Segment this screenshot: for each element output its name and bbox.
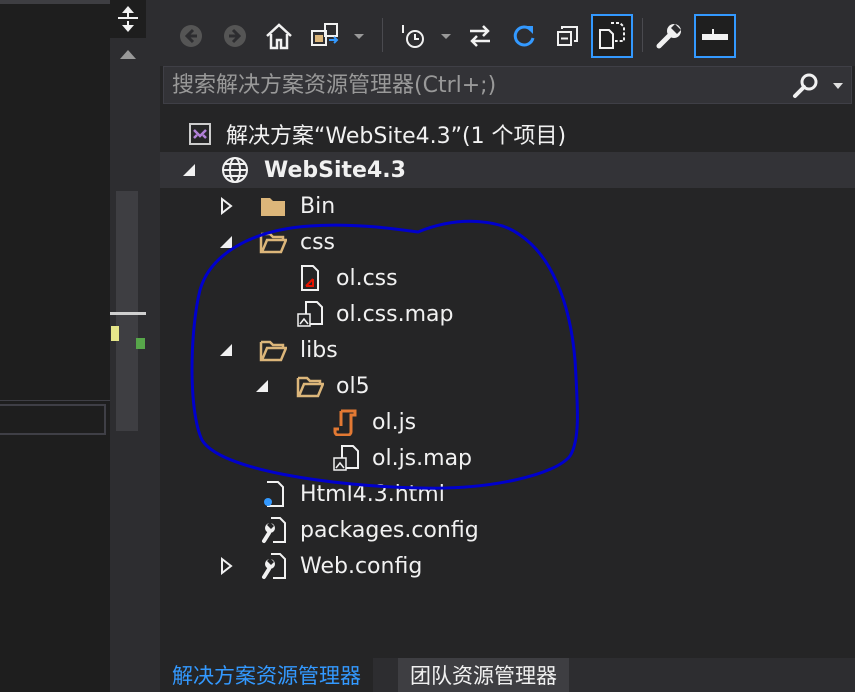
sync-icon: [470, 25, 490, 47]
search-options-dropdown-icon[interactable]: [833, 83, 843, 89]
tree-node-file[interactable]: ol.css: [160, 260, 855, 296]
back-icon: [180, 25, 202, 47]
tree-node-file[interactable]: ol.css.map: [160, 296, 855, 332]
pending-changes-filter-icon: [402, 25, 424, 48]
split-icon: [118, 6, 138, 32]
tree-node-label: libs: [300, 337, 338, 363]
tab-team-explorer[interactable]: 团队资源管理器: [398, 658, 569, 692]
tree-node-label: ol.js: [372, 409, 417, 435]
html-file-icon: [259, 480, 287, 508]
pending-changes-filter-button[interactable]: [396, 14, 430, 58]
pending-changes-dropdown-icon[interactable]: [441, 34, 451, 39]
refresh-icon: [513, 25, 535, 47]
properties-button[interactable]: [652, 14, 686, 58]
change-marker-green: [136, 338, 145, 349]
website-globe-icon: [221, 156, 249, 184]
map-file-icon: [332, 444, 360, 472]
home-icon: [266, 23, 292, 50]
sync-button[interactable]: [463, 14, 497, 58]
preview-icon: [702, 29, 728, 40]
config-file-icon: [259, 552, 287, 580]
tree-node-label: ol.css.map: [336, 301, 454, 327]
tree-node-label: css: [300, 229, 336, 255]
tree-node-label: Html4.3.html: [300, 481, 445, 507]
tree-node-project[interactable]: WebSite4.3: [160, 152, 855, 188]
editor-divider: [0, 400, 110, 401]
collapse-all-icon: [557, 26, 578, 46]
config-file-icon: [259, 516, 287, 544]
forward-button[interactable]: [218, 14, 252, 58]
javascript-file-icon: [332, 408, 360, 436]
preview-selected-items-button[interactable]: [694, 14, 736, 58]
tree-node-label: ol.css: [336, 265, 398, 291]
collapsed-arrow-icon[interactable]: [218, 197, 234, 215]
tree-node-file[interactable]: packages.config: [160, 512, 855, 548]
tree-node-label: Bin: [300, 193, 336, 219]
solution-label: 解决方案“WebSite4.3”(1 个项目): [226, 124, 567, 149]
refresh-button[interactable]: [507, 14, 541, 58]
tree-node-folder[interactable]: libs: [160, 332, 855, 368]
open-folder-icon: [296, 372, 324, 400]
tree-node-file[interactable]: Web.config: [160, 548, 855, 584]
tree-node-label: packages.config: [300, 517, 479, 543]
scroll-up-icon[interactable]: [120, 50, 136, 59]
tree-node-label: Web.config: [300, 553, 423, 579]
tree-node-folder[interactable]: css: [160, 224, 855, 260]
editor-top-border: [0, 0, 110, 4]
solution-explorer-toolbar: [160, 0, 855, 66]
expanded-arrow-icon[interactable]: [218, 342, 234, 358]
panel-splitter[interactable]: [146, 0, 160, 692]
expanded-arrow-icon[interactable]: [181, 162, 197, 178]
tab-solution-explorer[interactable]: 解决方案资源管理器: [160, 658, 373, 692]
collapse-all-button[interactable]: [551, 14, 585, 58]
open-folder-icon: [259, 228, 287, 256]
search-box[interactable]: [163, 66, 852, 104]
editor-vertical-scrollbar[interactable]: [110, 0, 146, 692]
show-all-files-button[interactable]: [591, 14, 633, 58]
expanded-arrow-icon[interactable]: [218, 234, 234, 250]
solution-explorer: 解决方案“WebSite4.3”(1 个项目) WebSite4.3: [160, 0, 855, 692]
search-input[interactable]: [164, 67, 784, 103]
css-file-icon: [296, 264, 324, 292]
visual-studio-solution-icon: [186, 120, 214, 148]
properties-icon: [656, 24, 681, 49]
tree-node-file[interactable]: Html4.3.html: [160, 476, 855, 512]
show-all-files-icon: [599, 22, 625, 49]
toolbar-separator: [642, 18, 643, 52]
tree-node-file[interactable]: ol.js.map: [160, 440, 855, 476]
toolbar-separator: [382, 18, 383, 52]
tree-node-label: ol.js.map: [372, 445, 473, 471]
tree-node-folder[interactable]: ol5: [160, 368, 855, 404]
map-file-icon: [296, 300, 324, 328]
collapsed-arrow-icon[interactable]: [218, 557, 234, 575]
tree-node-label: ol5: [336, 373, 370, 399]
tool-window-tabs: 解决方案资源管理器 团队资源管理器: [160, 658, 855, 692]
editor-horizontal-scrollbar[interactable]: [0, 404, 106, 435]
change-marker-yellow: [111, 326, 119, 341]
switch-views-dropdown-icon[interactable]: [354, 34, 364, 39]
back-button[interactable]: [174, 14, 208, 58]
expanded-arrow-icon[interactable]: [254, 378, 270, 394]
switch-views-button[interactable]: [308, 14, 342, 58]
search-icon[interactable]: [791, 72, 821, 100]
home-button[interactable]: [262, 14, 296, 58]
switch-views-icon: [311, 23, 339, 46]
tree-node-file[interactable]: ol.js: [160, 404, 855, 440]
scrollbar-thumb[interactable]: [116, 191, 138, 431]
open-folder-icon: [259, 336, 287, 364]
tree-node-folder[interactable]: Bin: [160, 188, 855, 224]
folder-icon: [259, 192, 287, 220]
tree-node-solution[interactable]: 解决方案“WebSite4.3”(1 个项目): [160, 116, 855, 152]
forward-icon: [224, 25, 246, 47]
code-editor-area[interactable]: [0, 0, 110, 692]
project-label: WebSite4.3: [264, 157, 406, 183]
caret-position-marker: [110, 312, 146, 315]
split-window-handle[interactable]: [110, 0, 146, 38]
